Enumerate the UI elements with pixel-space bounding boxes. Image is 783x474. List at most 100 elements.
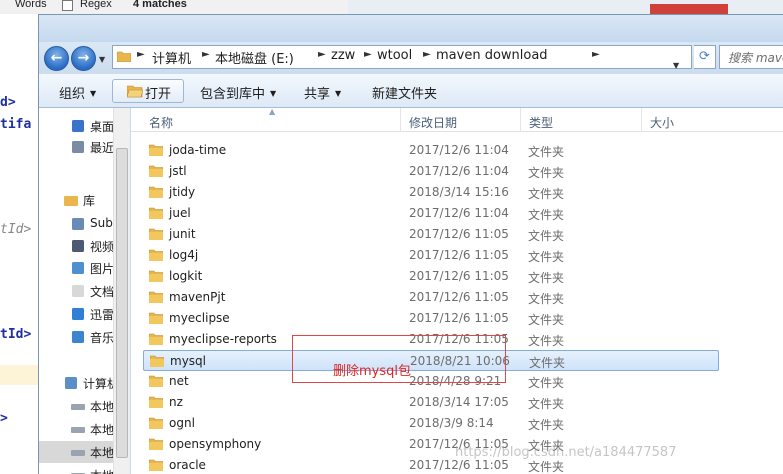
file-modified: 2017/12/6 11:05 (409, 269, 509, 283)
table-row[interactable]: logkit 2017/12/6 11:05 文件夹 (143, 266, 719, 287)
nav-scrollbar-thumb[interactable] (116, 148, 128, 458)
nav-item[interactable]: 最近访问的位置 (39, 136, 113, 158)
file-modified: 2017/12/6 11:05 (409, 311, 509, 325)
new-folder-button[interactable]: 新建文件夹 (372, 83, 437, 102)
table-row[interactable]: joda-time 2017/12/6 11:04 文件夹 (143, 140, 719, 161)
match-count: 4 matches (133, 0, 187, 10)
column-type[interactable]: 类型 (529, 114, 553, 131)
search-input[interactable]: 搜索 maven (719, 45, 783, 69)
title-bar (39, 15, 783, 42)
nav-item[interactable]: 本地磁盘 (39, 395, 113, 417)
code-fragment: tId> (0, 222, 32, 237)
background-editor: d> tifa tId> tId> > (0, 0, 40, 474)
breadcrumb-drive[interactable]: 本地磁盘 (E:) (215, 48, 294, 67)
column-name[interactable]: 名称 (149, 114, 173, 131)
file-type: 文件夹 (528, 418, 565, 432)
table-row[interactable]: junit 2017/12/6 11:05 文件夹 (143, 224, 719, 245)
breadcrumb-separator[interactable]: ► (137, 49, 145, 60)
nav-item-label: 计算机 (83, 377, 113, 391)
file-type: 文件夹 (529, 356, 566, 370)
table-row[interactable]: myeclipse 2017/12/6 11:05 文件夹 (143, 308, 719, 329)
file-type: 文件夹 (528, 313, 565, 327)
file-type: 文件夹 (528, 292, 565, 306)
refresh-button[interactable]: ⟳ (694, 45, 716, 69)
file-modified: 2017/12/6 11:04 (409, 143, 509, 157)
nav-item[interactable]: Subversion (39, 213, 113, 235)
table-row[interactable]: log4j 2017/12/6 11:05 文件夹 (143, 245, 719, 266)
file-name: mysql (170, 354, 206, 368)
annotation-text: 删除mysql包 (333, 364, 411, 379)
nav-item-label: 库 (83, 194, 96, 208)
file-modified: 2018/3/14 15:16 (409, 185, 509, 199)
file-name: oracle (169, 458, 206, 472)
nav-scrollbar[interactable] (113, 108, 130, 474)
drive-icon (71, 427, 85, 433)
table-row[interactable]: ognl 2018/3/9 8:14 文件夹 (143, 413, 719, 434)
breadcrumb-maven-download[interactable]: maven download (436, 48, 548, 63)
code-fragment: d> (0, 95, 16, 110)
column-modified[interactable]: 修改日期 (409, 114, 457, 131)
breadcrumb-separator[interactable]: ► (364, 49, 372, 60)
breadcrumb-wtool[interactable]: wtool (377, 48, 412, 63)
breadcrumb-separator[interactable]: ► (423, 49, 431, 60)
table-row[interactable]: juel 2017/12/6 11:04 文件夹 (143, 203, 719, 224)
nav-item[interactable]: 迅雷下载 (39, 303, 113, 325)
recent-pages-button[interactable]: ▼ (99, 55, 109, 65)
address-dropdown-button[interactable]: ▼ (673, 61, 679, 70)
breadcrumb-separator[interactable]: ► (318, 49, 326, 60)
column-divider[interactable] (520, 108, 521, 132)
regex-checkbox[interactable] (62, 0, 73, 11)
file-modified: 2017/12/6 11:05 (409, 290, 509, 304)
nav-item[interactable]: 音乐 (39, 326, 113, 348)
nav-item[interactable]: 桌面 (39, 115, 113, 137)
include-in-library-button[interactable]: 包含到库中 ▼ (200, 83, 276, 102)
nav-item[interactable]: 视频 (39, 235, 113, 257)
column-size[interactable]: 大小 (650, 114, 674, 131)
folder-icon (149, 291, 163, 303)
table-row[interactable]: jstl 2017/12/6 11:04 文件夹 (143, 161, 719, 182)
folder-icon (149, 207, 163, 219)
back-button[interactable]: ← (44, 46, 69, 71)
table-row[interactable]: nz 2018/3/14 17:05 文件夹 (143, 392, 719, 413)
chevron-down-icon: ▼ (90, 89, 97, 98)
nav-item[interactable]: 图片 (39, 257, 113, 279)
breadcrumb-computer[interactable]: 计算机 (152, 48, 191, 67)
organize-button[interactable]: 组织 ▼ (59, 83, 96, 102)
refresh-icon: ⟳ (699, 49, 710, 64)
file-name: jstl (169, 164, 187, 178)
file-name: log4j (169, 248, 199, 262)
drive-icon (71, 450, 85, 456)
nav-item[interactable]: 本地磁盘 (39, 441, 113, 463)
nav-item[interactable]: 库 (39, 189, 113, 211)
nav-item[interactable]: 文档 (39, 280, 113, 302)
table-row[interactable]: mavenPjt 2017/12/6 11:05 文件夹 (143, 287, 719, 308)
open-folder-icon (127, 85, 143, 98)
address-bar[interactable]: ► 计算机 ► 本地磁盘 (E:) ► zzw ► wtool ► maven … (112, 45, 692, 70)
nav-item-label: 文档 (90, 285, 113, 299)
folder-icon (149, 144, 163, 156)
folder-icon (149, 249, 163, 261)
nav-item[interactable]: 本地磁盘 (39, 464, 113, 474)
file-modified: 2017/12/6 11:05 (409, 248, 509, 262)
folder-icon (149, 396, 163, 408)
breadcrumb-separator[interactable]: ► (592, 49, 600, 60)
share-button[interactable]: 共享 ▼ (304, 83, 341, 102)
file-modified: 2017/12/6 11:05 (409, 458, 509, 472)
file-type: 文件夹 (528, 250, 565, 264)
navigation-pane: 桌面最近访问的位置库Subversion视频图片文档迅雷下载音乐计算机本地磁盘本… (39, 108, 130, 474)
file-name: nz (169, 395, 183, 409)
column-divider[interactable] (641, 108, 642, 132)
forward-button[interactable]: → (71, 46, 96, 71)
nav-item[interactable]: 计算机 (39, 372, 113, 394)
download-icon (72, 308, 84, 320)
nav-item[interactable]: 本地磁盘 (39, 418, 113, 440)
code-fragment: tifa (0, 117, 32, 132)
open-button[interactable]: 打开 (112, 79, 184, 103)
column-divider[interactable] (400, 108, 401, 132)
breadcrumb-separator[interactable]: ► (202, 49, 210, 60)
breadcrumb-zzw[interactable]: zzw (331, 48, 355, 63)
file-name: ognl (169, 416, 195, 430)
share-label: 共享 (304, 87, 331, 102)
table-row[interactable]: jtidy 2018/3/14 15:16 文件夹 (143, 182, 719, 203)
file-type: 文件夹 (528, 208, 565, 222)
